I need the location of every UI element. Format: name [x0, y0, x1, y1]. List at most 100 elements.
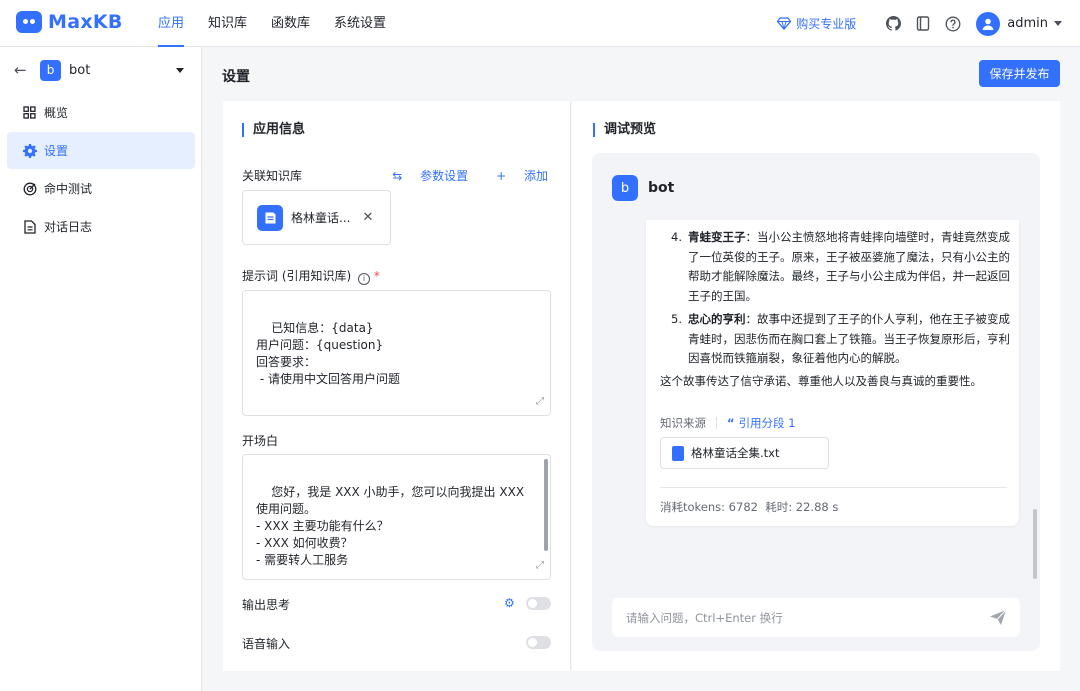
opening-textarea[interactable]: 您好，我是 XXX 小助手，您可以向我提出 XXX 使用问题。 - XXX 主要… [242, 454, 551, 580]
answer-list: 4. 青蛙变王子：当小公主愤怒地将青蛙摔向墙壁时，青蛙竟然变成了一位英俊的王子。… [660, 228, 1010, 373]
page-title: 设置 [222, 69, 250, 85]
chat-input[interactable] [626, 610, 966, 625]
param-settings-label: 参数设置 [420, 169, 469, 183]
sidebar-item-label: 概览 [44, 106, 69, 120]
buy-pro-label: 购买专业版 [796, 17, 857, 31]
chat-scrollbar[interactable] [1033, 509, 1037, 579]
cite-label: 引用分段 1 [738, 416, 796, 430]
diamond-icon [777, 17, 792, 30]
github-icon[interactable] [884, 15, 902, 33]
expand-icon[interactable]: ⤢ [536, 557, 544, 574]
book-icon[interactable] [914, 15, 932, 33]
opening-text: 您好，我是 XXX 小助手，您可以向我提出 XXX 使用问题。 - XXX 主要… [256, 485, 525, 567]
bot-name: bot [648, 180, 675, 196]
chat-window: b bot 4. 青蛙变王子：当小公主愤怒地将青蛙摔向墙壁时，青蛙竟然变成了一位… [592, 153, 1040, 651]
sidebar-item-label: 对话日志 [44, 220, 93, 234]
tokens-used: 消耗tokens: 6782 [660, 500, 758, 514]
nav-system-settings[interactable]: 系统设置 [322, 0, 398, 47]
nav-apps[interactable]: 应用 [146, 0, 196, 47]
document-icon [22, 219, 37, 234]
help-icon[interactable] [944, 15, 962, 33]
user-menu[interactable]: admin [976, 11, 1062, 36]
app-name: bot [69, 62, 91, 78]
kb-actions: ⇆ 参数设置 + 添加 [364, 167, 548, 184]
info-icon[interactable]: i [358, 273, 371, 285]
nav-functions[interactable]: 函数库 [259, 0, 322, 47]
quote-icon: “ [727, 416, 735, 430]
kb-label: 关联知识库 [242, 169, 303, 183]
cite-link[interactable]: “引用分段 1 [727, 415, 796, 431]
top-bar: MaxKB 应用 知识库 函数库 系统设置 购买专业版 admin [0, 0, 1080, 47]
expand-icon[interactable]: ⤢ [536, 393, 544, 410]
sidebar: ← b bot 概览 设置 命中测试 对话日志 [0, 47, 202, 691]
voice-input-label: 语音输入 [242, 637, 291, 651]
target-icon [22, 181, 37, 196]
brand-name: MaxKB [48, 11, 123, 33]
required-mark: * [373, 269, 380, 283]
sidebar-item-overview[interactable]: 概览 [7, 94, 195, 131]
caret-down-icon[interactable] [176, 68, 184, 73]
maxkb-logo-icon [16, 11, 42, 33]
close-icon[interactable]: ✕ [362, 210, 373, 225]
opening-label: 开场白 [242, 434, 279, 448]
source-label: 知识来源 [660, 416, 706, 430]
list-number: 4. [671, 230, 682, 244]
token-stats: 消耗tokens: 6782 耗时: 22.88 s [660, 499, 838, 515]
sidebar-item-chat-log[interactable]: 对话日志 [7, 208, 195, 245]
prompt-text: 已知信息：{data} 用户问题：{question} 回答要求： - 请使用中… [256, 321, 400, 386]
sliders-icon: ⇆ [392, 169, 407, 183]
add-kb-label: 添加 [523, 169, 548, 183]
chat-input-box[interactable] [612, 598, 1020, 637]
send-icon[interactable] [989, 609, 1007, 626]
gear-icon [22, 143, 37, 158]
sidebar-menu: 概览 设置 命中测试 对话日志 [7, 94, 195, 246]
top-nav: 应用 知识库 函数库 系统设置 [146, 0, 398, 47]
item-title: 青蛙变王子 [688, 230, 746, 244]
output-thinking-switch[interactable] [526, 597, 551, 610]
debug-preview-title: 调试预览 [593, 123, 656, 137]
source-divider [716, 417, 717, 429]
grid-icon [22, 105, 37, 120]
app-badge: b [40, 59, 61, 81]
list-item: 5. 忠心的亨利：故事中还提到了王子的仆人亨利，他在王子被变成青蛙时，因悲伤而在… [660, 310, 1010, 369]
settings-panel: 应用信息 关联知识库 ⇆ 参数设置 + 添加 格林童话... ✕ 提示词 (引用… [223, 101, 571, 671]
sidebar-item-label: 设置 [44, 144, 69, 158]
elapsed-time: 耗时: 22.88 s [765, 500, 839, 514]
user-avatar-icon [976, 11, 1001, 36]
item-title: 忠心的亨利 [688, 312, 746, 326]
sidebar-item-label: 命中测试 [44, 182, 93, 196]
knowledge-base-icon [257, 204, 283, 231]
chat-header: b bot [612, 175, 674, 201]
app-info-title: 应用信息 [242, 123, 305, 137]
source-row: 知识来源 “引用分段 1 [660, 415, 796, 431]
app-switcher[interactable]: ← b bot [0, 47, 202, 93]
opening-scrollbar[interactable] [544, 459, 548, 551]
prompt-textarea[interactable]: 已知信息：{data} 用户问题：{question} 回答要求： - 请使用中… [242, 290, 551, 416]
kb-card[interactable]: 格林童话... ✕ [242, 190, 391, 245]
kb-name: 格林童话... [291, 211, 351, 225]
gear-icon[interactable]: ⚙ [504, 596, 515, 610]
answer-summary: 这个故事传达了信守承诺、尊重他人以及善良与真诚的重要性。 [660, 374, 982, 388]
preview-panel: 调试预览 b bot 4. 青蛙变王子：当小公主愤怒地将青蛙摔向墙壁时，青蛙竟然… [572, 101, 1060, 671]
source-file-card[interactable]: 格林童话全集.txt [660, 437, 829, 469]
answer-card: 4. 青蛙变王子：当小公主愤怒地将青蛙摔向墙壁时，青蛙竟然变成了一位英俊的王子。… [646, 220, 1019, 526]
save-and-publish-button[interactable]: 保存并发布 [979, 60, 1060, 87]
back-arrow-icon[interactable]: ← [14, 61, 30, 79]
add-kb-link[interactable]: + 添加 [482, 167, 548, 184]
prompt-label-row: 提示词 (引用知识库) i * [242, 267, 380, 285]
nav-knowledge[interactable]: 知识库 [196, 0, 259, 47]
prompt-label: 提示词 (引用知识库) [242, 269, 352, 283]
list-item: 4. 青蛙变王子：当小公主愤怒地将青蛙摔向墙壁时，青蛙竟然变成了一位英俊的王子。… [660, 228, 1010, 306]
user-name: admin [1007, 16, 1048, 31]
bot-avatar: b [612, 175, 638, 201]
voice-input-switch[interactable] [526, 636, 551, 649]
buy-pro-link[interactable]: 购买专业版 [777, 15, 856, 32]
logo[interactable]: MaxKB [16, 11, 123, 33]
sidebar-item-hit-test[interactable]: 命中测试 [7, 170, 195, 207]
divider [660, 487, 1007, 488]
source-file-name: 格林童话全集.txt [691, 446, 780, 460]
sidebar-item-settings[interactable]: 设置 [7, 132, 195, 169]
output-thinking-label: 输出思考 [242, 598, 291, 612]
param-settings-link[interactable]: ⇆ 参数设置 [378, 167, 468, 184]
list-number: 5. [671, 312, 682, 326]
